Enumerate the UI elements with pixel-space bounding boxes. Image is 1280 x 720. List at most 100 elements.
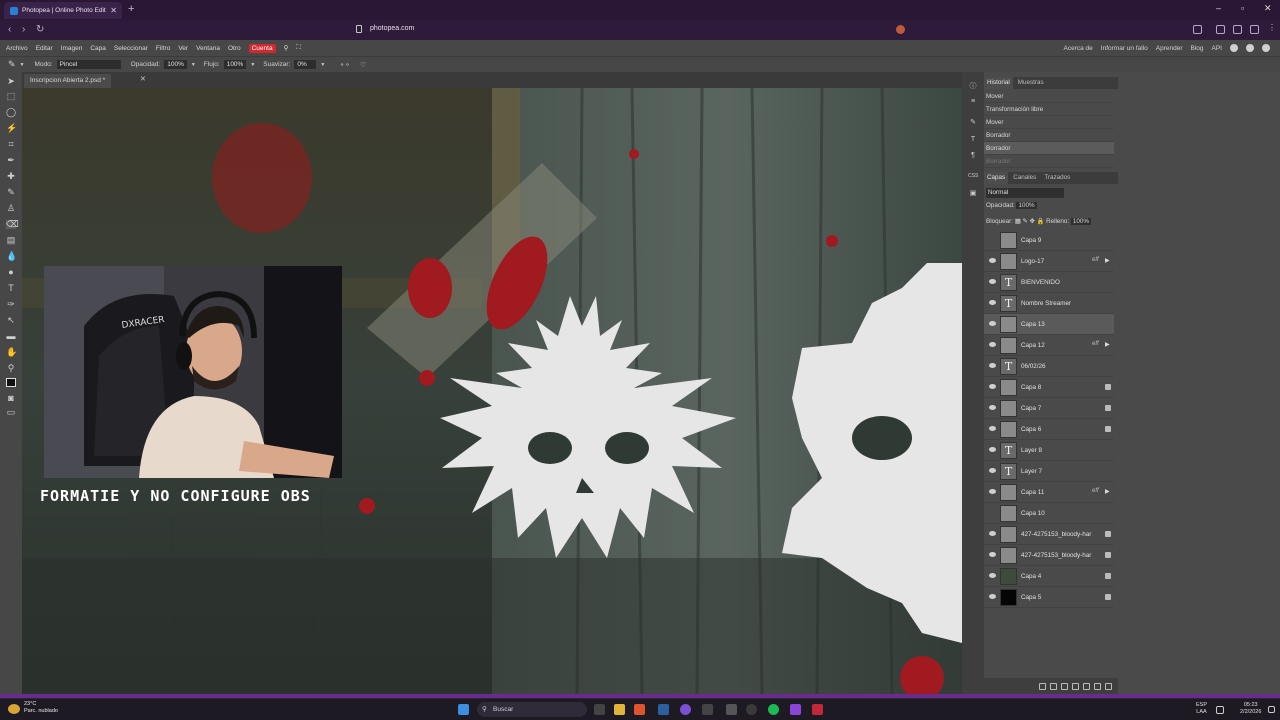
- history-item[interactable]: Transformación libre: [984, 103, 1114, 116]
- link-aprender[interactable]: Aprender: [1156, 45, 1183, 52]
- css-icon[interactable]: CSS: [968, 173, 978, 182]
- smoothing-input[interactable]: 0%: [294, 60, 317, 69]
- settings-icon[interactable]: [702, 704, 713, 715]
- history-item[interactable]: Mover: [984, 90, 1114, 103]
- hand-tool-icon[interactable]: ✋: [6, 348, 17, 357]
- clone-stamp-tool-icon[interactable]: ♙: [6, 204, 16, 213]
- properties-icon[interactable]: ≡: [968, 98, 978, 107]
- expand-effects-icon[interactable]: ▶: [1105, 257, 1110, 264]
- magic-wand-tool-icon[interactable]: ⚡: [6, 124, 17, 133]
- layer-row[interactable]: T BIENVENIDO: [984, 272, 1114, 293]
- layer-row[interactable]: T Nombre Streamer: [984, 293, 1114, 314]
- tab-muestras[interactable]: Muestras: [1015, 77, 1047, 89]
- tab-canales[interactable]: Canales: [1010, 172, 1039, 184]
- path-select-tool-icon[interactable]: ↖: [6, 316, 16, 325]
- layer-row-selected[interactable]: Capa 13: [984, 314, 1114, 335]
- cast-icon[interactable]: [1193, 25, 1202, 34]
- weather-widget[interactable]: 23°C Parc. nublado: [24, 701, 58, 715]
- eye-icon[interactable]: [989, 342, 996, 347]
- tab-trazados[interactable]: Trazados: [1041, 172, 1073, 184]
- effects-icon[interactable]: eff: [1092, 341, 1099, 347]
- opacity-input[interactable]: 100%: [164, 60, 187, 69]
- profile-icon[interactable]: [1250, 25, 1259, 34]
- brush-tool-icon[interactable]: ✎: [8, 59, 16, 70]
- foreground-color-icon[interactable]: [6, 378, 16, 387]
- url-text[interactable]: photopea.com: [370, 25, 414, 32]
- brush-tool-icon[interactable]: ✎: [6, 188, 16, 197]
- close-document-icon[interactable]: ✕: [140, 75, 146, 83]
- eye-icon[interactable]: [989, 258, 996, 263]
- shape-tool-icon[interactable]: ▬: [6, 332, 16, 341]
- history-item-current[interactable]: Borrador: [984, 142, 1114, 155]
- lasso-tool-icon[interactable]: ◯: [6, 108, 16, 117]
- close-tab-icon[interactable]: ✕: [110, 6, 117, 15]
- delete-layer-icon[interactable]: [1105, 682, 1112, 690]
- flow-dropdown-icon[interactable]: ▼: [250, 62, 255, 68]
- new-tab-icon[interactable]: +: [128, 3, 134, 15]
- brush-preset-dropdown-icon[interactable]: ▼: [20, 62, 25, 68]
- quick-mask-icon[interactable]: ◙: [6, 394, 16, 403]
- layer-row[interactable]: 427-4275153_bloody-har: [984, 545, 1114, 566]
- type-tool-icon[interactable]: T: [6, 284, 16, 293]
- layer-row[interactable]: 427-4275153_bloody-har: [984, 524, 1114, 545]
- crop-tool-icon[interactable]: ⌗: [6, 140, 16, 149]
- weather-icon[interactable]: [8, 704, 20, 714]
- back-icon[interactable]: ‹: [8, 24, 11, 35]
- eye-icon[interactable]: [989, 384, 996, 389]
- link-informar-fallo[interactable]: Informar un fallo: [1101, 45, 1148, 52]
- screen-mode-icon[interactable]: ▭: [6, 408, 16, 417]
- eye-icon[interactable]: [989, 363, 996, 368]
- expand-effects-icon[interactable]: ▶: [1105, 341, 1110, 348]
- layer-row[interactable]: Capa 4: [984, 566, 1114, 587]
- history-item-undone[interactable]: Borrador: [984, 155, 1114, 168]
- healing-tool-icon[interactable]: ✚: [6, 172, 16, 181]
- browser-tab[interactable]: Photopea | Online Photo Editor ✕: [4, 2, 122, 19]
- maximize-icon[interactable]: ▫: [1241, 3, 1244, 13]
- lock-icons[interactable]: ▦ ✎ ✥ 🔒: [1015, 218, 1046, 225]
- fill-input[interactable]: 100%: [1070, 218, 1092, 225]
- download-icon[interactable]: [1216, 25, 1225, 34]
- notification-icon[interactable]: [1268, 706, 1275, 713]
- eye-icon[interactable]: [989, 300, 996, 305]
- link-blog[interactable]: Blog: [1191, 45, 1204, 52]
- reload-icon[interactable]: ↻: [36, 24, 44, 35]
- app-icon[interactable]: [726, 704, 737, 715]
- layer-effects-icon[interactable]: [1050, 682, 1057, 690]
- menu-archivo[interactable]: Archivo: [6, 45, 28, 52]
- steam-icon[interactable]: [658, 704, 669, 715]
- layer-row[interactable]: Capa 10: [984, 503, 1114, 524]
- adjustment-layer-icon[interactable]: [1072, 682, 1079, 690]
- brave-browser-icon[interactable]: [634, 704, 645, 715]
- visibility-off-icon[interactable]: [989, 237, 996, 242]
- eye-icon[interactable]: [989, 426, 996, 431]
- layer-row[interactable]: Capa 9: [984, 230, 1114, 251]
- obs-icon[interactable]: [746, 704, 757, 715]
- effects-icon[interactable]: eff: [1092, 488, 1099, 494]
- taskbar-search[interactable]: ⚲ Buscar: [477, 702, 587, 717]
- language-indicator[interactable]: ESP LAA: [1196, 702, 1207, 716]
- link-api[interactable]: API: [1212, 45, 1222, 52]
- eye-icon[interactable]: [989, 531, 996, 536]
- tab-historial[interactable]: Historial: [984, 77, 1013, 89]
- eye-icon[interactable]: [989, 573, 996, 578]
- brush-panel-icon[interactable]: ✎: [968, 118, 978, 127]
- visibility-off-icon[interactable]: [989, 510, 996, 515]
- history-item[interactable]: Mover: [984, 116, 1114, 129]
- paragraph-icon[interactable]: ¶: [968, 152, 978, 161]
- smoothing-dropdown-icon[interactable]: ▼: [320, 62, 325, 68]
- layer-row[interactable]: Capa 6: [984, 419, 1114, 440]
- clock[interactable]: 05:23 2/2/2026: [1240, 702, 1261, 716]
- menu-ver[interactable]: Ver: [178, 45, 188, 52]
- character-icon[interactable]: T: [968, 136, 978, 145]
- menu-icon[interactable]: ⋮: [1266, 23, 1276, 34]
- zoom-tool-icon[interactable]: ⚲: [6, 364, 16, 373]
- layer-opacity-input[interactable]: 100%: [1016, 202, 1037, 209]
- eye-icon[interactable]: [989, 279, 996, 284]
- menu-filtro[interactable]: Filtro: [156, 45, 170, 52]
- search-icon[interactable]: ⚲: [284, 44, 289, 52]
- menu-otro[interactable]: Otro: [228, 45, 241, 52]
- eye-icon[interactable]: [989, 552, 996, 557]
- expand-effects-icon[interactable]: ▶: [1105, 488, 1110, 495]
- layer-row[interactable]: T Layer 7: [984, 461, 1114, 482]
- eyedropper-tool-icon[interactable]: ✒: [6, 156, 16, 165]
